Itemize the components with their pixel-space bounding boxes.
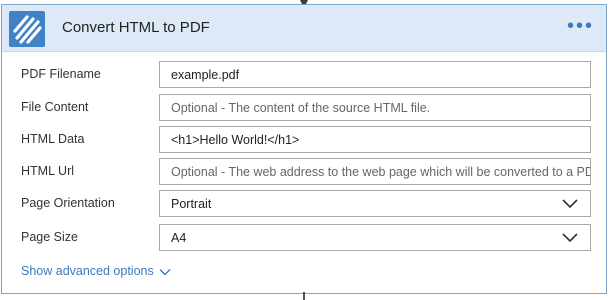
pdf-filename-input[interactable]: example.pdf xyxy=(159,61,591,88)
card-header[interactable]: Convert HTML to PDF ••• xyxy=(2,5,606,52)
html-url-input[interactable]: Optional - The web address to the web pa… xyxy=(159,158,591,185)
field-label: HTML Data xyxy=(21,132,85,146)
field-row-page-orientation: Page Orientation Portrait xyxy=(2,190,606,220)
html-data-input[interactable]: <h1>Hello World!</h1> xyxy=(159,126,591,153)
chevron-down-icon xyxy=(159,268,171,276)
page-orientation-select[interactable]: Portrait xyxy=(159,190,591,217)
field-row-pdf-filename: PDF Filename example.pdf xyxy=(2,61,606,91)
chevron-down-icon xyxy=(562,233,578,243)
chevron-down-icon xyxy=(562,199,578,209)
connector-logo-icon xyxy=(9,11,45,47)
advanced-options-label: Show advanced options xyxy=(21,264,154,278)
page-size-select[interactable]: A4 xyxy=(159,224,591,251)
page-orientation-value: Portrait xyxy=(171,197,212,211)
field-label: Page Orientation xyxy=(21,196,115,210)
field-label: HTML Url xyxy=(21,164,75,178)
field-row-file-content: File Content Optional - The content of t… xyxy=(2,94,606,124)
action-card: Convert HTML to PDF ••• PDF Filename exa… xyxy=(1,4,607,294)
field-label: PDF Filename xyxy=(21,67,101,81)
page-size-value: A4 xyxy=(171,231,187,245)
field-row-html-url: HTML Url Optional - The web address to t… xyxy=(2,158,606,188)
more-options-icon[interactable]: ••• xyxy=(567,15,594,38)
connector-line-bottom xyxy=(303,292,305,300)
field-label: File Content xyxy=(21,100,89,114)
file-content-input[interactable]: Optional - The content of the source HTM… xyxy=(159,94,591,121)
field-label: Page Size xyxy=(21,230,78,244)
field-row-page-size: Page Size A4 xyxy=(2,224,606,254)
card-title: Convert HTML to PDF xyxy=(62,19,210,36)
show-advanced-options-link[interactable]: Show advanced options xyxy=(21,264,171,278)
field-row-html-data: HTML Data <h1>Hello World!</h1> xyxy=(2,126,606,156)
